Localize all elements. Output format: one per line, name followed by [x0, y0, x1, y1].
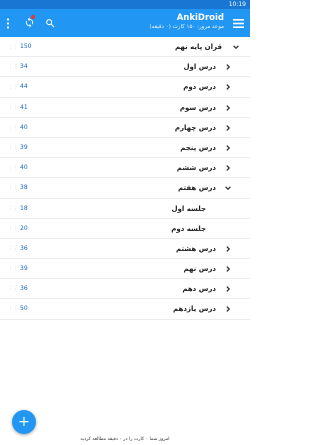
- deck-name: درس اول: [183, 63, 216, 72]
- deck-name: درس هشتم: [175, 244, 216, 253]
- deck-name: درس دوم: [183, 83, 216, 92]
- deck-name: درس ششم: [176, 164, 216, 173]
- deck-options-handle[interactable]: ⋮⋮: [8, 219, 19, 239]
- deck-options-handle[interactable]: ⋮⋮: [8, 77, 19, 97]
- deck-name: درس دهم: [182, 285, 216, 294]
- chevron-down-icon[interactable]: [224, 184, 232, 192]
- deck-row[interactable]: ⋮⋮ 50 درس یازدهم: [0, 299, 250, 320]
- deck-options-handle[interactable]: ⋮⋮: [8, 259, 19, 279]
- deck-due-count: 44: [20, 83, 28, 91]
- deck-due-count: 40: [20, 123, 28, 131]
- deck-due-count: 36: [20, 285, 28, 293]
- chevron-right-icon[interactable]: [224, 144, 232, 152]
- deck-name: درس یازدهم: [173, 305, 216, 314]
- deck-options-handle[interactable]: ⋮⋮: [8, 98, 19, 118]
- chevron-right-icon[interactable]: [224, 124, 232, 132]
- deck-row[interactable]: ⋮⋮ 34 درس اول: [0, 57, 250, 78]
- deck-name: جلسه دوم: [171, 224, 206, 233]
- deck-row[interactable]: ⋮⋮ 36 درس هشتم: [0, 239, 250, 260]
- deck-row[interactable]: ⋮⋮ 20 جلسه دوم: [0, 219, 250, 239]
- deck-name: درس هفتم: [178, 184, 216, 193]
- chevron-right-icon[interactable]: [224, 83, 232, 91]
- deck-due-count: 39: [20, 265, 28, 273]
- app-title: AnkiDroid: [176, 13, 224, 23]
- deck-row[interactable]: ⋮⋮ 38 درس هفتم: [0, 178, 250, 199]
- status-time: 10:19: [228, 1, 246, 8]
- deck-options-handle[interactable]: ⋮⋮: [8, 239, 19, 259]
- deck-due-count: 41: [20, 103, 28, 111]
- app-subtitle: موعد مرور: ۱۵۰ کارت (۰ دقیقه): [149, 24, 224, 30]
- deck-due-count: 50: [20, 305, 28, 313]
- deck-due-count: 18: [20, 204, 28, 212]
- deck-options-handle[interactable]: ⋮⋮: [8, 57, 19, 77]
- deck-options-handle[interactable]: ⋮⋮: [8, 118, 19, 138]
- search-icon[interactable]: [44, 17, 56, 29]
- deck-options-handle[interactable]: ⋮⋮: [8, 37, 19, 57]
- deck-row[interactable]: ⋮⋮ 39 درس نهم: [0, 259, 250, 280]
- deck-due-count: 40: [20, 164, 28, 172]
- add-icon: +: [18, 414, 30, 430]
- deck-name: قران پایه نهم: [174, 43, 222, 51]
- chevron-right-icon[interactable]: [224, 265, 232, 273]
- deck-due-count: 20: [20, 224, 28, 232]
- chevron-right-icon[interactable]: [224, 305, 232, 313]
- deck-due-count: 39: [20, 143, 28, 151]
- deck-options-handle[interactable]: ⋮⋮: [8, 279, 19, 299]
- status-bar: 10:19: [0, 0, 250, 9]
- deck-due-count: 38: [20, 184, 28, 192]
- deck-options-handle[interactable]: ⋮⋮: [8, 138, 19, 158]
- deck-name: درس پنجم: [180, 143, 216, 152]
- deck-row[interactable]: ⋮⋮ 40 درس چهارم: [0, 118, 250, 138]
- more-vert-icon[interactable]: [4, 17, 12, 29]
- chevron-right-icon[interactable]: [224, 245, 232, 253]
- deck-row[interactable]: ⋮⋮ 41 درس سوم: [0, 98, 250, 118]
- chevron-right-icon[interactable]: [224, 63, 232, 71]
- deck-due-count: 36: [20, 244, 28, 252]
- deck-options-handle[interactable]: ⋮⋮: [8, 178, 19, 198]
- sync-badge: [30, 14, 36, 20]
- deck-options-handle[interactable]: ⋮⋮: [8, 199, 19, 219]
- deck-options-handle[interactable]: ⋮⋮: [8, 299, 19, 319]
- app-bar: AnkiDroid موعد مرور: ۱۵۰ کارت (۰ دقیقه): [0, 9, 250, 37]
- deck-name: درس سوم: [179, 103, 216, 112]
- hamburger-menu-icon[interactable]: [232, 17, 244, 29]
- deck-options-handle[interactable]: ⋮⋮: [8, 158, 19, 178]
- deck-row[interactable]: ⋮⋮ 36 درس دهم: [0, 279, 250, 300]
- deck-row[interactable]: ⋮⋮ 39 درس پنجم: [0, 138, 250, 159]
- deck-name: درس نهم: [183, 265, 216, 274]
- deck-row[interactable]: ⋮⋮ 150 قران پایه نهم: [0, 37, 250, 58]
- add-deck-button[interactable]: +: [12, 410, 36, 434]
- deck-list: ⋮⋮ 150 قران پایه نهم ⋮⋮ 34 درس اول ⋮⋮ 44…: [0, 37, 250, 320]
- deck-due-count: 34: [20, 63, 28, 71]
- deck-row[interactable]: ⋮⋮ 40 درس ششم: [0, 158, 250, 179]
- chevron-down-icon[interactable]: [232, 43, 240, 51]
- chevron-right-icon[interactable]: [224, 104, 232, 112]
- chevron-right-icon[interactable]: [224, 285, 232, 293]
- deck-name: درس چهارم: [174, 123, 216, 132]
- chevron-right-icon[interactable]: [224, 164, 232, 172]
- deck-row[interactable]: ⋮⋮ 44 درس دوم: [0, 77, 250, 98]
- deck-row[interactable]: ⋮⋮ 18 جلسه اول: [0, 199, 250, 219]
- study-summary: امروز شما ۰ کارت را در ۰ دقیقه مطالعه کر…: [80, 437, 170, 442]
- deck-due-count: 150: [20, 43, 32, 50]
- deck-name: جلسه اول: [171, 204, 206, 213]
